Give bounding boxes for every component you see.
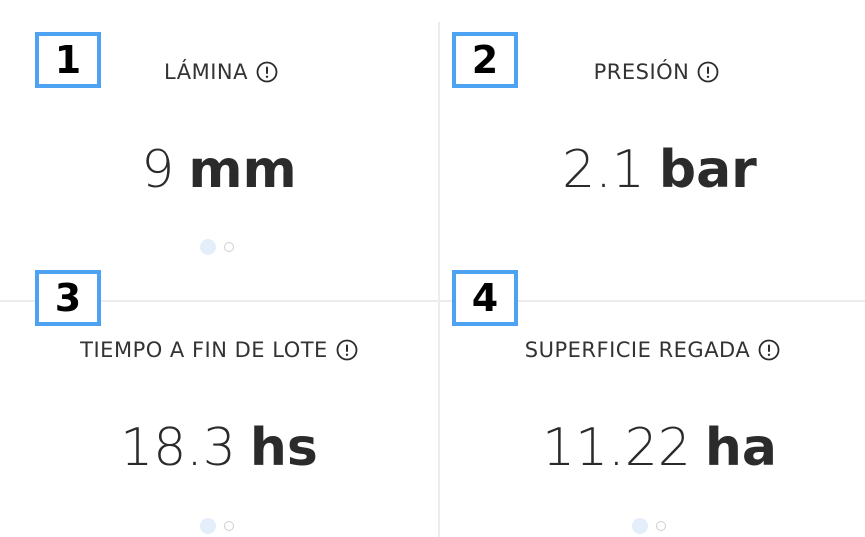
info-circle-icon[interactable] (758, 339, 780, 361)
annotation-badge: 1 (35, 32, 101, 88)
metric-title: SUPERFICIE REGADA (524, 338, 751, 362)
metric-number: 18.3 (120, 418, 236, 478)
metric-title: PRESIÓN (593, 60, 690, 84)
metric-title-row: SUPERFICIE REGADA (440, 338, 865, 362)
info-circle-icon[interactable] (336, 339, 358, 361)
metric-unit: hs (249, 418, 318, 478)
pagination-dot[interactable] (224, 242, 234, 252)
metric-unit: bar (658, 140, 757, 200)
metric-card-tiempo: TIEMPO A FIN DE LOTE 18.3 hs (0, 302, 438, 537)
pagination-dot[interactable] (656, 521, 666, 531)
metric-number: 11.22 (542, 418, 691, 478)
pagination-dot-active[interactable] (632, 518, 648, 534)
metric-unit: mm (188, 140, 297, 200)
metric-title: LÁMINA (164, 60, 248, 84)
info-circle-icon[interactable] (697, 61, 719, 83)
vertical-divider (438, 22, 440, 537)
metric-value: 9 mm (0, 140, 438, 200)
metric-value: 11.22 ha (440, 418, 865, 478)
pagination-dot[interactable] (224, 521, 234, 531)
horizontal-divider (0, 300, 865, 302)
metric-number: 2.1 (562, 140, 645, 200)
pagination-dot-active[interactable] (200, 518, 216, 534)
metrics-grid: LÁMINA 9 mm PRESIÓN 2.1 bar TIEMPO A FIN… (0, 0, 865, 537)
pagination-dots (200, 239, 234, 255)
metric-unit: ha (704, 418, 777, 478)
metric-card-superficie: SUPERFICIE REGADA 11.22 ha (440, 302, 865, 537)
metric-number: 9 (141, 140, 175, 200)
metric-title: TIEMPO A FIN DE LOTE (80, 338, 328, 362)
metric-title-row: TIEMPO A FIN DE LOTE (0, 338, 438, 362)
pagination-dot-active[interactable] (200, 239, 216, 255)
pagination-dots (200, 518, 234, 534)
metric-value: 2.1 bar (440, 140, 865, 200)
pagination-dots (632, 518, 666, 534)
annotation-badge: 2 (452, 32, 518, 88)
annotation-badge: 4 (452, 270, 518, 326)
metric-value: 18.3 hs (0, 418, 438, 478)
info-circle-icon[interactable] (256, 61, 278, 83)
annotation-badge: 3 (35, 270, 101, 326)
